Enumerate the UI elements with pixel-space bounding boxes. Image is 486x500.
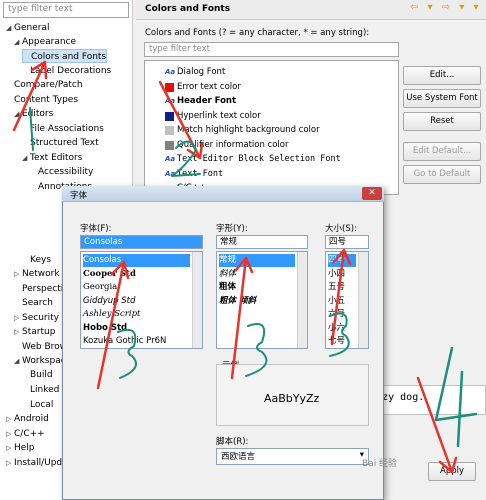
annotation-number-3b xyxy=(245,323,268,377)
annotation-arrow-3c xyxy=(330,248,352,346)
annotation-number-2 xyxy=(171,140,201,177)
annotation-arrow-4 xyxy=(416,376,458,474)
annotation-arrow-3a xyxy=(96,260,130,390)
annotation-number-3a xyxy=(117,328,137,379)
annotation-number-1 xyxy=(29,107,34,151)
annotation-arrow-3b xyxy=(230,256,254,380)
annotation-arrow-2 xyxy=(158,80,204,160)
annotation-number-4 xyxy=(434,346,478,448)
annotation-overlay xyxy=(12,60,478,474)
